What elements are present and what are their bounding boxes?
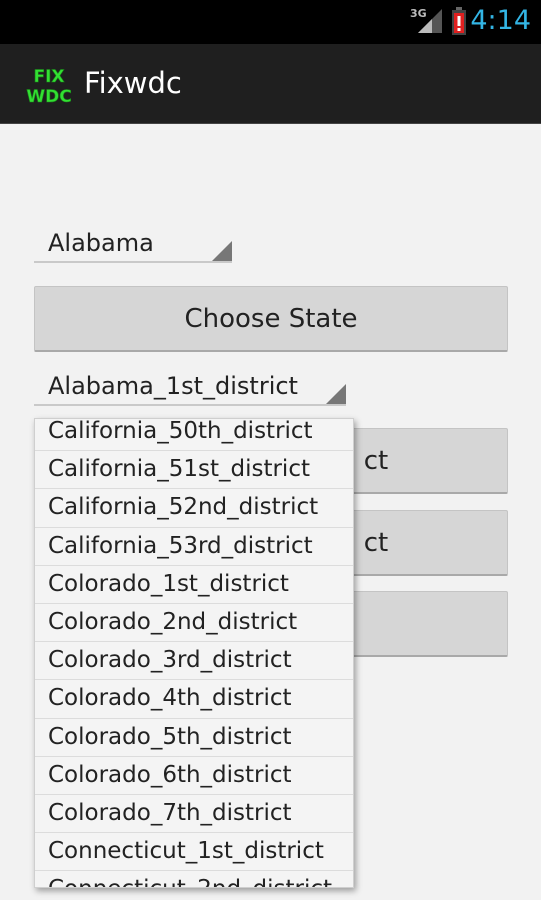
app-logo-bottom-text: WDC (26, 87, 71, 105)
app-logo-icon: FIX WDC (26, 67, 72, 105)
district-option[interactable]: Colorado_4th_district (35, 680, 353, 719)
district-dropdown-list[interactable]: California_50th_district California_51st_… (34, 418, 354, 888)
district-option[interactable]: Colorado_3rd_district (35, 642, 353, 681)
district-dropdown-items: California_50th_district California_51st_… (35, 419, 353, 887)
district-option[interactable]: Colorado_7th_district (35, 794, 353, 834)
battery-icon (452, 7, 466, 35)
district-option[interactable]: Colorado_6th_district (35, 756, 353, 795)
district-option[interactable]: Colorado_2nd_district (35, 603, 353, 643)
state-spinner[interactable]: Alabama (34, 229, 232, 263)
status-bar: 3G 4:14 (0, 0, 541, 44)
district-spinner-arrow-icon (326, 384, 346, 404)
district-option[interactable]: California_53rd_district (35, 527, 353, 566)
state-spinner-arrow-icon (212, 241, 232, 261)
district-option[interactable]: Colorado_5th_district (35, 718, 353, 757)
district-option[interactable]: California_52nd_district (35, 489, 353, 528)
district-option[interactable]: California_50th_district (35, 419, 353, 452)
clock: 4:14 (470, 5, 531, 36)
district-spinner[interactable]: Alabama_1st_district (34, 372, 346, 406)
state-spinner-value: Alabama (48, 229, 154, 257)
district-option[interactable]: Connecticut_1st_district (35, 833, 353, 872)
app-title: Fixwdc (84, 66, 182, 100)
district-option[interactable]: Colorado_1st_district (35, 565, 353, 604)
choose-state-button[interactable]: Choose State (34, 286, 508, 352)
action-bar: FIX WDC Fixwdc (0, 44, 541, 124)
app-logo-top-text: FIX (33, 67, 64, 87)
district-option[interactable]: California_51st_district (35, 451, 353, 490)
signal-strength-icon (418, 9, 442, 33)
district-option[interactable]: Connecticut_2nd_district (35, 871, 353, 887)
district-spinner-value: Alabama_1st_district (48, 372, 298, 400)
